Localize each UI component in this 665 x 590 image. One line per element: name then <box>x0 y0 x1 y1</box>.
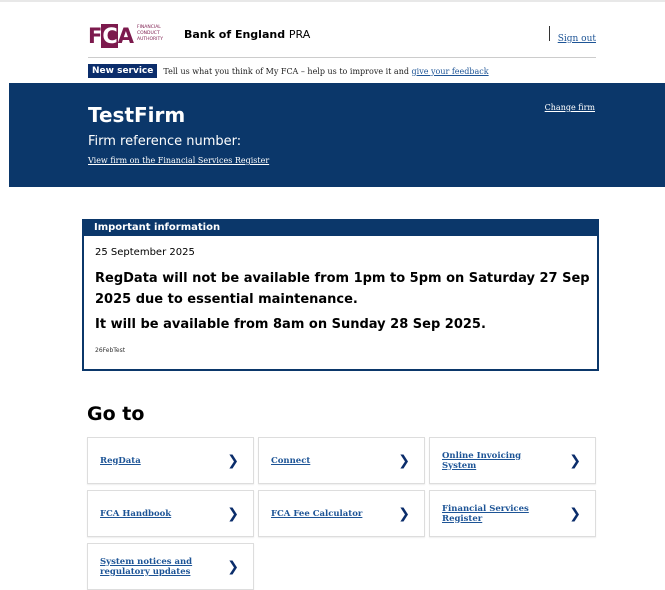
goto-tile-label[interactable]: FCA Handbook <box>100 509 210 519</box>
firm-banner: TestFirm Firm reference number: View fir… <box>9 83 665 187</box>
feedback-link[interactable]: give your feedback <box>412 67 489 76</box>
goto-heading: Go to <box>87 403 145 425</box>
goto-tile-label[interactable]: FCA Fee Calculator <box>271 509 381 519</box>
important-information-panel: Important information 25 September 2025 … <box>82 219 599 371</box>
sign-out-container: Sign out <box>548 26 596 44</box>
view-firm-register-link[interactable]: View firm on the Financial Services Regi… <box>88 156 269 165</box>
goto-tile-label[interactable]: Online Invoicing System <box>442 451 552 471</box>
important-information-title: Important information <box>84 221 597 236</box>
goto-tile-system-notices[interactable]: System notices and regulatory updates ❯ <box>87 543 254 590</box>
goto-tile-label[interactable]: Financial Services Register <box>442 504 552 524</box>
chevron-right-icon: ❯ <box>227 505 239 522</box>
new-service-banner: New service Tell us what you think of My… <box>88 64 596 78</box>
chevron-right-icon: ❯ <box>569 505 581 522</box>
fca-logo-subtext: Financial Conduct Authority <box>137 25 163 42</box>
goto-tile-financial-services-register[interactable]: Financial Services Register ❯ <box>429 490 596 537</box>
goto-tile-fca-handbook[interactable]: FCA Handbook ❯ <box>87 490 254 537</box>
site-header: FCA Financial Conduct Authority Bank of … <box>88 20 596 54</box>
chevron-right-icon: ❯ <box>398 505 410 522</box>
fca-logo[interactable]: FCA Financial Conduct Authority <box>88 24 168 48</box>
goto-tile-label[interactable]: Connect <box>271 456 381 466</box>
sign-out-link[interactable]: Sign out <box>558 34 596 44</box>
notice-message-unavailable: RegData will not be available from 1pm t… <box>95 271 590 307</box>
banner-text: Tell us what you think of My FCA – help … <box>163 67 488 76</box>
chevron-right-icon: ❯ <box>227 558 239 575</box>
change-firm-link[interactable]: Change firm <box>545 103 595 112</box>
top-divider <box>0 0 665 2</box>
chevron-right-icon: ❯ <box>569 452 581 469</box>
pra-label: PRA <box>288 28 311 41</box>
goto-tile-label[interactable]: RegData <box>100 456 210 466</box>
new-service-tag: New service <box>88 64 158 78</box>
firm-name: TestFirm <box>88 103 186 127</box>
boe-pra-logo: Bank of England PRA <box>184 28 310 41</box>
notice-date: 25 September 2025 <box>95 247 195 258</box>
chevron-right-icon: ❯ <box>227 452 239 469</box>
boe-name: Bank of England <box>184 28 286 41</box>
header-divider <box>88 57 596 58</box>
notice-footnote: 26FebTest <box>95 347 126 354</box>
goto-tile-regdata[interactable]: RegData ❯ <box>87 437 254 484</box>
goto-tile-label[interactable]: System notices and regulatory updates <box>100 557 210 577</box>
goto-tile-fee-calculator[interactable]: FCA Fee Calculator ❯ <box>258 490 425 537</box>
goto-tile-connect[interactable]: Connect ❯ <box>258 437 425 484</box>
notice-message-available: It will be available from 8am on Sunday … <box>95 317 486 332</box>
chevron-right-icon: ❯ <box>398 452 410 469</box>
firm-reference-label: Firm reference number: <box>88 134 242 149</box>
banner-message: Tell us what you think of My FCA – help … <box>163 66 409 76</box>
fca-logo-letters: FCA <box>88 24 134 48</box>
goto-tile-online-invoicing[interactable]: Online Invoicing System ❯ <box>429 437 596 484</box>
